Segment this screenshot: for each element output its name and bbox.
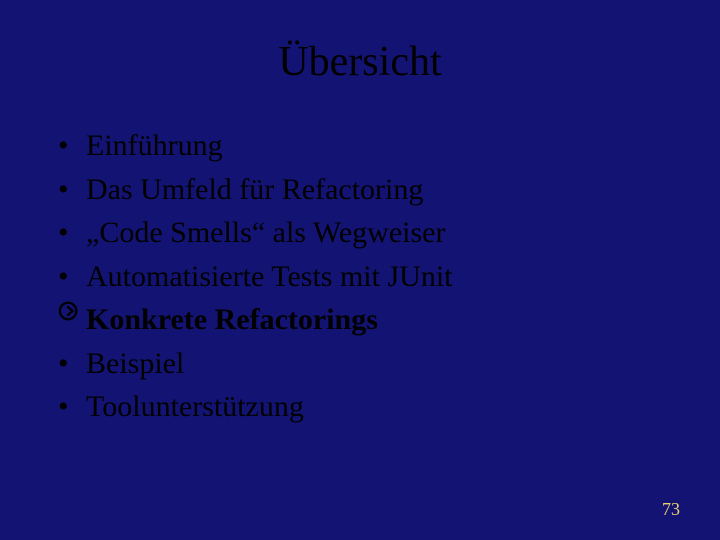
bullet-marker: • bbox=[58, 124, 86, 168]
page-number: 73 bbox=[662, 499, 680, 520]
bullet-marker: • bbox=[58, 385, 86, 429]
bullet-text: Beispiel bbox=[86, 342, 670, 386]
agenda-list: • Einführung • Das Umfeld für Refactorin… bbox=[50, 124, 670, 429]
list-item: • Einführung bbox=[58, 124, 670, 168]
arrow-icon bbox=[58, 300, 86, 322]
bullet-text: Einführung bbox=[86, 124, 670, 168]
bullet-text: „Code Smells“ als Wegweiser bbox=[86, 211, 670, 255]
list-item: • Das Umfeld für Refactoring bbox=[58, 168, 670, 212]
bullet-marker: • bbox=[58, 211, 86, 255]
bullet-marker: • bbox=[58, 342, 86, 386]
bullet-marker: • bbox=[58, 168, 86, 212]
list-item-current: Konkrete Refactorings bbox=[58, 298, 670, 342]
list-item: • Toolunterstützung bbox=[58, 385, 670, 429]
bullet-text: Konkrete Refactorings bbox=[86, 298, 670, 342]
slide-title: Übersicht bbox=[50, 38, 670, 86]
bullet-text: Automatisierte Tests mit JUnit bbox=[86, 255, 670, 299]
bullet-marker: • bbox=[58, 255, 86, 299]
list-item: • Beispiel bbox=[58, 342, 670, 386]
list-item: • „Code Smells“ als Wegweiser bbox=[58, 211, 670, 255]
list-item: • Automatisierte Tests mit JUnit bbox=[58, 255, 670, 299]
bullet-text: Toolunterstützung bbox=[86, 385, 670, 429]
bullet-text: Das Umfeld für Refactoring bbox=[86, 168, 670, 212]
slide-container: Übersicht • Einführung • Das Umfeld für … bbox=[0, 0, 720, 540]
